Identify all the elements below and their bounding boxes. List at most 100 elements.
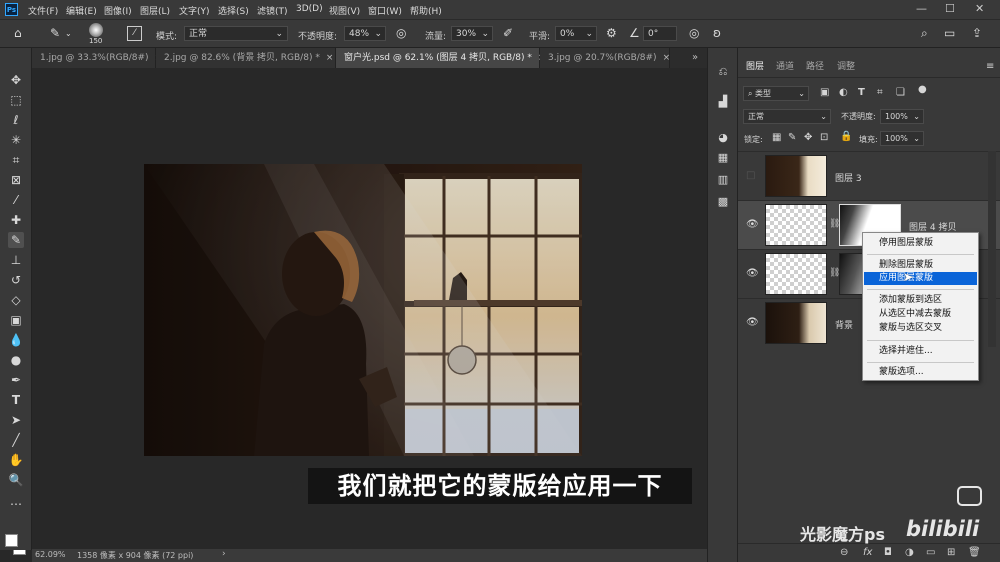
lock-artboard-icon[interactable]: ⊡ [820, 132, 828, 143]
foreground-color-swatch[interactable] [5, 534, 18, 547]
tab-document[interactable]: 1.jpg @ 33.3%(RGB/8#)× [32, 48, 162, 68]
crop-tool-icon[interactable]: ⌗ [8, 152, 24, 168]
share-icon[interactable]: ⇪ [972, 26, 982, 40]
airbrush-icon[interactable]: ✐ [503, 26, 513, 40]
filter-toggle-icon[interactable]: ● [918, 84, 927, 95]
close-icon[interactable]: × [663, 53, 671, 63]
pixel-filter-icon[interactable]: ▣ [820, 87, 829, 98]
lock-transparency-icon[interactable]: ▦ [772, 132, 781, 143]
type-tool-icon[interactable]: T [8, 392, 24, 408]
group-icon[interactable]: ▭ [926, 547, 935, 558]
adjustment-filter-icon[interactable]: ◐ [839, 87, 848, 98]
menu-item-add-mask-to-selection[interactable]: 添加蒙版到选区 [864, 294, 977, 307]
menu-layer[interactable]: 图层(L) [140, 4, 170, 17]
flow-field[interactable]: 30% ⌄ [451, 26, 493, 41]
color-panel-icon[interactable]: ◕ [715, 130, 731, 146]
layers-scrollbar[interactable] [988, 151, 996, 347]
fill-field[interactable]: 100% ⌄ [880, 131, 924, 146]
link-icon[interactable]: ⊖ [840, 547, 848, 558]
tab-layers[interactable]: 图层 [746, 59, 764, 72]
menu-edit[interactable]: 编辑(E) [66, 4, 97, 17]
zoom-tool-icon[interactable]: 🔍 [8, 472, 24, 488]
layer-opacity-field[interactable]: 100% ⌄ [880, 109, 924, 124]
status-menu-arrow[interactable]: › [222, 549, 226, 559]
swatches-panel-icon[interactable]: ▦ [715, 150, 731, 166]
maximize-button[interactable]: ☐ [945, 2, 955, 15]
menu-item-subtract-mask[interactable]: 从选区中减去蒙版 [864, 308, 977, 321]
menu-item-intersect-mask[interactable]: 蒙版与选区交叉 [864, 322, 977, 335]
menu-image[interactable]: 图像(I) [104, 4, 132, 17]
pen-tool-icon[interactable]: ✒ [8, 372, 24, 388]
brush-settings-icon[interactable]: ⁄ [127, 26, 142, 41]
tab-document-active[interactable]: 窗户光.psd @ 62.1% (图层 4 拷贝, RGB/8) *× [336, 48, 545, 68]
menu-view[interactable]: 视图(V) [329, 4, 360, 17]
chevron-down-icon[interactable]: ⌄ [65, 29, 72, 38]
tab-document[interactable]: 2.jpg @ 82.6% (背景 拷贝, RGB/8) * × [156, 48, 336, 68]
tab-document[interactable]: 3.jpg @ 20.7%(RGB/8#) × [540, 48, 670, 68]
smart-object-filter-icon[interactable]: ❏ [896, 87, 905, 98]
menu-select[interactable]: 选择(S) [218, 4, 249, 17]
menu-item-mask-options[interactable]: 蒙版选项... [864, 366, 977, 379]
workspace-icon[interactable]: ▭ [944, 26, 955, 40]
angle-field[interactable]: 0° [643, 26, 677, 41]
gear-icon[interactable]: ⚙ [606, 26, 617, 40]
lock-image-icon[interactable]: ✎ [788, 132, 796, 143]
document-image[interactable] [144, 164, 582, 456]
eye-icon[interactable]: 👁 [746, 219, 759, 230]
tabs-overflow-icon[interactable]: » [692, 52, 698, 63]
minimize-button[interactable]: — [916, 2, 927, 15]
menu-item-delete-mask[interactable]: 删除图层蒙版 [864, 259, 977, 272]
panel-menu-icon[interactable]: ≡ [986, 61, 994, 72]
search-icon[interactable]: ⌕ [921, 26, 928, 41]
new-layer-icon[interactable]: ⊞ [947, 547, 955, 558]
home-icon[interactable]: ⌂ [14, 26, 22, 40]
layer-name[interactable]: 背景 [835, 318, 853, 331]
menu-3d[interactable]: 3D(D) [296, 4, 323, 14]
line-tool-icon[interactable]: ╱ [8, 432, 24, 448]
brush-tool-icon[interactable]: ✎ [50, 26, 60, 40]
lock-all-icon[interactable]: 🔒 [840, 131, 852, 142]
gradient-panel-icon[interactable]: ▥ [715, 172, 731, 188]
path-selection-tool-icon[interactable]: ➤ [8, 412, 24, 428]
tab-adjustments[interactable]: 调整 [837, 59, 855, 72]
eye-icon[interactable]: 👁 [746, 268, 759, 279]
layer-name[interactable]: 图层 3 [835, 171, 862, 184]
blur-tool-icon[interactable]: 💧 [8, 332, 24, 348]
pressure-opacity-icon[interactable]: ◎ [396, 26, 406, 40]
healing-brush-tool-icon[interactable]: ✚ [8, 212, 24, 228]
trash-icon[interactable]: 🗑 [968, 547, 981, 558]
close-window-button[interactable]: ✕ [975, 2, 984, 15]
tab-channels[interactable]: 通道 [776, 59, 794, 72]
menu-help[interactable]: 帮助(H) [410, 4, 442, 17]
close-icon[interactable]: × [326, 53, 334, 63]
patterns-panel-icon[interactable]: ▩ [715, 194, 731, 210]
lasso-tool-icon[interactable]: ℓ [8, 112, 24, 128]
clone-stamp-tool-icon[interactable]: ⊥ [8, 252, 24, 268]
frame-tool-icon[interactable]: ⊠ [8, 172, 24, 188]
magic-wand-tool-icon[interactable]: ✳ [8, 132, 24, 148]
menu-file[interactable]: 文件(F) [28, 4, 58, 17]
layer-row[interactable]: □ 图层 3 [738, 151, 1000, 200]
fx-icon[interactable]: fx [863, 547, 872, 558]
menu-item-apply-mask[interactable]: 应用图层蒙版 [864, 272, 977, 285]
mode-select[interactable]: 正常 ⌄ [184, 26, 288, 41]
visibility-off-icon[interactable]: □ [746, 170, 755, 181]
history-panel-icon[interactable]: ⎌ [715, 64, 731, 80]
hand-tool-icon[interactable]: ✋ [8, 452, 24, 468]
mask-icon[interactable]: ◘ [884, 547, 892, 558]
symmetry-icon[interactable]: ʚ [713, 26, 721, 40]
document-info[interactable]: 1358 像素 x 904 像素 (72 ppi) [77, 550, 193, 561]
history-brush-tool-icon[interactable]: ↺ [8, 272, 24, 288]
blend-mode-select[interactable]: 正常 ⌄ [743, 109, 831, 124]
menu-filter[interactable]: 滤镜(T) [257, 4, 288, 17]
menu-item-select-and-mask[interactable]: 选择并遮住... [864, 345, 977, 358]
menu-item-disable-mask[interactable]: 停用图层蒙版 [864, 237, 977, 250]
opacity-field[interactable]: 48% ⌄ [344, 26, 386, 41]
smoothing-field[interactable]: 0% ⌄ [555, 26, 597, 41]
dodge-tool-icon[interactable]: ● [8, 352, 24, 368]
eye-icon[interactable]: 👁 [746, 317, 759, 328]
lock-position-icon[interactable]: ✥ [804, 132, 812, 143]
pressure-size-icon[interactable]: ◎ [689, 26, 699, 40]
tab-paths[interactable]: 路径 [806, 59, 824, 72]
eraser-tool-icon[interactable]: ◇ [8, 292, 24, 308]
